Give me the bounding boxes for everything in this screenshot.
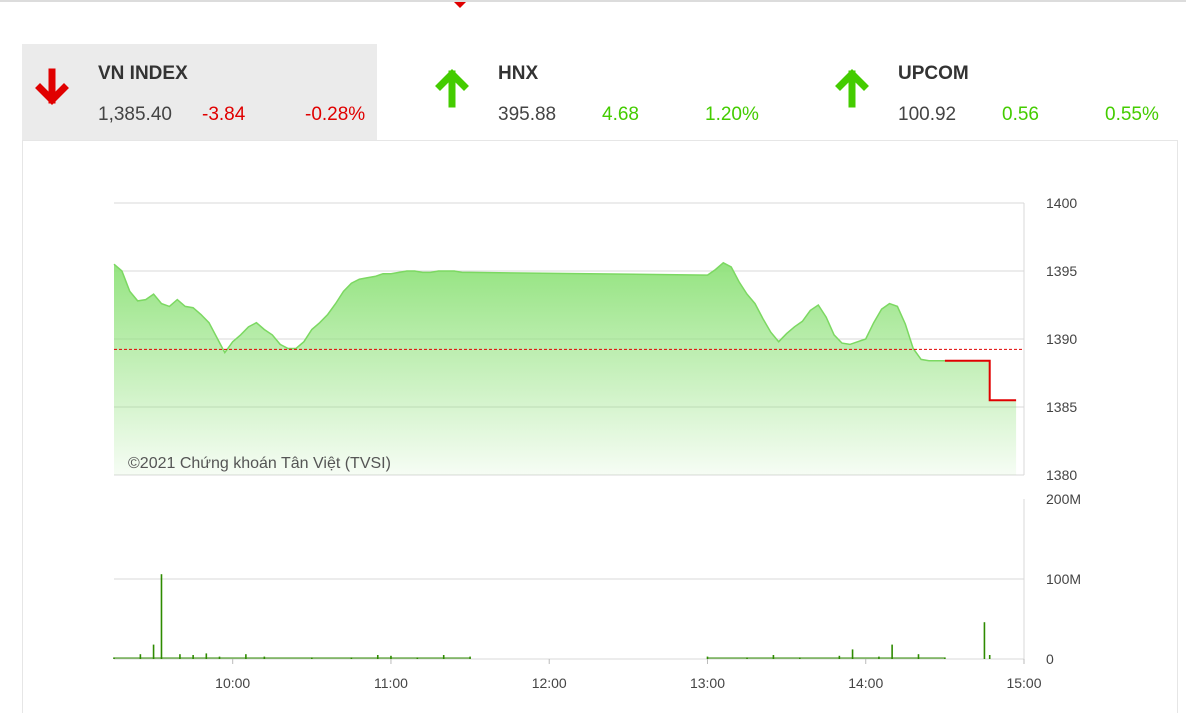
y-tick-label: 1395 xyxy=(1046,263,1077,279)
y-tick-label: 0 xyxy=(1046,651,1054,667)
volume-axis: 200M 100M 0 xyxy=(1046,491,1081,667)
volume-grid xyxy=(114,499,1025,660)
watermark: ©2021 Chứng khoán Tân Việt (TVSI) xyxy=(128,455,391,472)
price-area xyxy=(114,262,1017,475)
volume-bars xyxy=(113,574,991,659)
y-tick-label: 1380 xyxy=(1046,467,1077,483)
y-tick-label: 200M xyxy=(1046,491,1081,507)
y-tick-label: 1390 xyxy=(1046,331,1077,347)
x-tick-label: 15:00 xyxy=(1006,675,1041,691)
intraday-chart: 1400 1395 1390 1385 1380 ©2021 Chứng khoán T… xyxy=(113,195,1081,691)
price-axis: 1400 1395 1390 1385 1380 xyxy=(1046,195,1077,483)
x-tick-label: 10:00 xyxy=(215,675,250,691)
y-tick-label: 1385 xyxy=(1046,399,1077,415)
y-tick-label: 100M xyxy=(1046,571,1081,587)
x-tick-label: 12:00 xyxy=(532,675,567,691)
y-tick-label: 1400 xyxy=(1046,195,1077,211)
x-tick-label: 14:00 xyxy=(848,675,883,691)
x-tick-label: 13:00 xyxy=(690,675,725,691)
time-axis: 10:00 11:00 12:00 13:00 14:00 15:00 xyxy=(215,659,1042,691)
x-tick-label: 11:00 xyxy=(374,675,408,691)
